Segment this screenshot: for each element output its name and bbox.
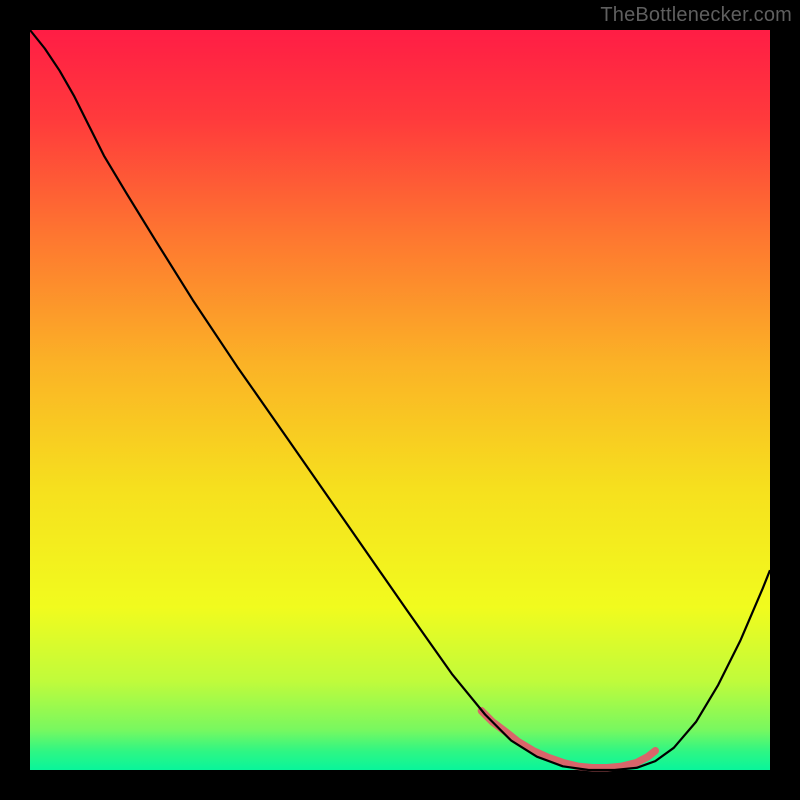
highlight-band (481, 711, 655, 768)
curve-layer (30, 30, 770, 770)
chart-frame: TheBottlenecker.com (0, 0, 800, 800)
bottleneck-curve (30, 30, 770, 770)
plot-area (30, 30, 770, 770)
watermark-text: TheBottlenecker.com (600, 4, 792, 27)
